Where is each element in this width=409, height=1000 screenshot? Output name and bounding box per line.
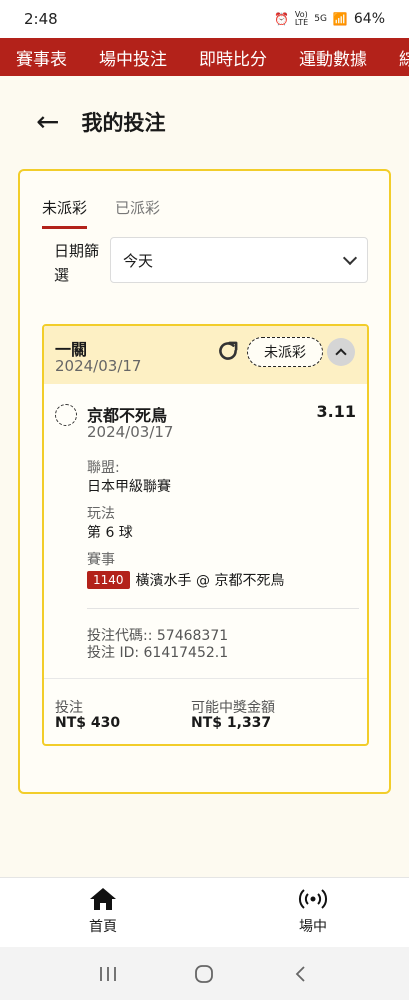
page-title: 我的投注 <box>81 111 166 135</box>
bottom-nav: 首頁 場中 <box>0 877 409 947</box>
stake-label: 投注 <box>55 700 83 716</box>
nav-item-more[interactable]: 綜 <box>383 45 409 70</box>
collapse-button[interactable] <box>327 338 355 366</box>
status-icons: ⏰ Vo) LTE 5G 📶 64% <box>273 10 385 28</box>
page-header: ← 我的投注 <box>0 76 409 168</box>
nav-item-live-scores[interactable]: 即時比分 <box>183 45 283 70</box>
bets-panel: 未派彩 已派彩 日期篩選 今天 一關 2024/03/17 未派彩 京都不死鳥 … <box>18 169 391 794</box>
volte-icon: Vo) LTE <box>294 10 309 27</box>
network-label: 5G <box>314 14 327 24</box>
status-badge: 未派彩 <box>247 337 323 367</box>
home-icon <box>90 888 116 910</box>
bet-tabs: 未派彩 已派彩 <box>42 197 160 229</box>
payout-label: 可能中獎金額 <box>191 700 275 716</box>
nav-item-live-betting[interactable]: 場中投注 <box>83 45 183 70</box>
system-nav-bar <box>0 947 409 1000</box>
date-filter-select[interactable]: 今天 <box>110 237 368 283</box>
back-arrow-icon[interactable]: ← <box>36 108 59 136</box>
recent-apps-icon[interactable] <box>93 962 123 986</box>
bottom-nav-live[interactable]: 場中 <box>298 886 328 936</box>
bottom-nav-home[interactable]: 首頁 <box>88 886 118 936</box>
selection-date: 2024/03/17 <box>87 423 174 441</box>
selection-radio[interactable] <box>55 404 77 426</box>
chevron-down-icon <box>342 250 358 265</box>
event-label: 賽事 <box>87 552 115 568</box>
status-time: 2:48 <box>24 10 58 28</box>
alarm-icon: ⏰ <box>273 12 289 26</box>
bet-card-header: 一關 2024/03/17 未派彩 <box>44 326 367 384</box>
league-value: 日本甲級聯賽 <box>87 479 171 495</box>
bottom-nav-home-label: 首頁 <box>89 919 117 935</box>
payout-value: NT$ 1,337 <box>191 715 272 731</box>
play-label: 玩法 <box>87 506 115 522</box>
match-number-badge: 1140 <box>87 571 130 589</box>
play-value: 第 6 球 <box>87 525 133 541</box>
nav-item-sports-data[interactable]: 運動數據 <box>283 45 383 70</box>
bet-card: 一關 2024/03/17 未派彩 京都不死鳥 3.11 2024/03/17 … <box>42 324 369 746</box>
refresh-icon[interactable] <box>215 338 241 364</box>
date-filter-value: 今天 <box>123 251 154 270</box>
match-row: 1140 橫濱水手 @ 京都不死鳥 <box>87 570 284 590</box>
tab-settled[interactable]: 已派彩 <box>115 197 160 229</box>
footer-divider <box>44 678 367 679</box>
bet-date: 2024/03/17 <box>55 357 142 375</box>
back-button-icon[interactable] <box>286 962 316 986</box>
bet-id: 投注 ID: 61417452.1 <box>87 645 229 661</box>
chevron-up-icon <box>335 348 347 360</box>
home-button-icon[interactable] <box>189 962 219 986</box>
signal-icon: 📶 <box>332 12 348 26</box>
status-bar: 2:48 ⏰ Vo) LTE 5G 📶 64% <box>0 0 409 38</box>
tab-unsettled[interactable]: 未派彩 <box>42 197 88 229</box>
top-nav: 賽事表 場中投注 即時比分 運動數據 綜 <box>0 38 409 76</box>
live-broadcast-icon <box>298 889 328 909</box>
league-label: 聯盟: <box>87 460 120 476</box>
nav-item-schedule[interactable]: 賽事表 <box>0 45 83 70</box>
match-name: 橫濱水手 @ 京都不死鳥 <box>135 573 285 589</box>
stake-value: NT$ 430 <box>55 715 121 731</box>
selection-odds: 3.11 <box>316 402 356 421</box>
divider <box>87 608 359 609</box>
battery-level: 64% <box>353 11 385 27</box>
date-filter-label: 日期篩選 <box>54 242 100 284</box>
bottom-nav-live-label: 場中 <box>299 919 327 935</box>
